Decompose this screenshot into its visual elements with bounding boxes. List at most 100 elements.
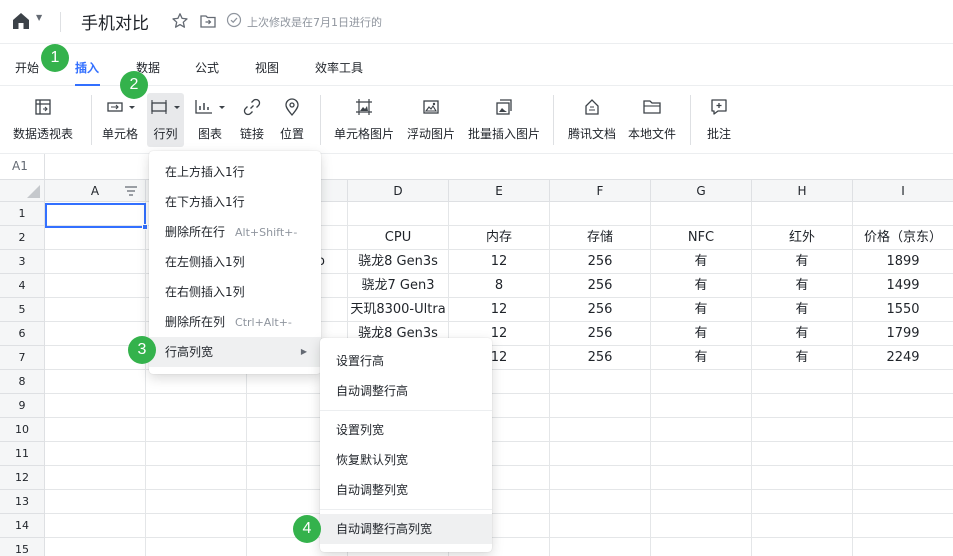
local-file-button[interactable]: 本地文件	[624, 93, 680, 147]
grid-cell[interactable]	[146, 418, 247, 442]
grid-cell[interactable]	[651, 418, 752, 442]
menu-item-delete-column[interactable]: 删除所在列 Ctrl+Alt+-	[149, 307, 321, 337]
row-header[interactable]: 11	[0, 442, 45, 466]
grid-cell[interactable]	[550, 466, 651, 490]
table-cell[interactable]: 有	[752, 298, 853, 322]
table-cell[interactable]: 有	[651, 322, 752, 346]
row-header[interactable]: 7	[0, 346, 45, 370]
grid-cell[interactable]	[651, 514, 752, 538]
header-cell-memory[interactable]: 内存	[449, 226, 550, 250]
batch-insert-image-button[interactable]: 批量插入图片	[464, 93, 544, 147]
grid-cell[interactable]	[449, 202, 550, 226]
menu-item-reset-col-width[interactable]: 恢复默认列宽	[320, 445, 492, 475]
grid-cell[interactable]	[45, 226, 146, 250]
star-icon[interactable]	[171, 12, 189, 33]
tab-insert[interactable]: 插入	[75, 59, 99, 76]
row-header[interactable]: 10	[0, 418, 45, 442]
grid-cell[interactable]	[45, 298, 146, 322]
table-cell[interactable]: 有	[752, 250, 853, 274]
column-header-f[interactable]: F	[550, 180, 651, 202]
menu-item-auto-row-height[interactable]: 自动调整行高	[320, 376, 492, 406]
tab-efficiency-tools[interactable]: 效率工具	[315, 59, 363, 76]
grid-cell[interactable]	[146, 514, 247, 538]
grid-cell[interactable]	[853, 394, 953, 418]
table-cell[interactable]: 1899	[853, 250, 953, 274]
grid-cell[interactable]	[651, 538, 752, 556]
pivot-table-button[interactable]: 数据透视表	[8, 93, 78, 147]
menu-item-set-col-width[interactable]: 设置列宽	[320, 415, 492, 445]
row-header[interactable]: 1	[0, 202, 45, 226]
grid-cell[interactable]	[45, 490, 146, 514]
grid-cell[interactable]	[45, 394, 146, 418]
grid-cell[interactable]	[651, 466, 752, 490]
grid-cell[interactable]	[45, 418, 146, 442]
grid-cell[interactable]	[550, 202, 651, 226]
table-cell[interactable]: 12	[449, 298, 550, 322]
table-cell[interactable]: 256	[550, 298, 651, 322]
grid-cell[interactable]	[550, 490, 651, 514]
move-to-folder-icon[interactable]	[199, 12, 217, 33]
grid-cell[interactable]	[651, 442, 752, 466]
menu-item-insert-col-left[interactable]: 在左侧插入1列	[149, 247, 321, 277]
grid-cell[interactable]	[752, 370, 853, 394]
menu-item-auto-row-col-size[interactable]: 自动调整行高列宽	[320, 514, 492, 544]
header-cell-storage[interactable]: 存储	[550, 226, 651, 250]
cell-button[interactable]: 单元格	[98, 93, 142, 147]
row-header[interactable]: 13	[0, 490, 45, 514]
grid-cell[interactable]	[853, 370, 953, 394]
row-header[interactable]: 4	[0, 274, 45, 298]
menu-item-set-row-height[interactable]: 设置行高	[320, 346, 492, 376]
home-dropdown-icon[interactable]: ▼	[36, 13, 42, 22]
column-header-e[interactable]: E	[449, 180, 550, 202]
table-cell[interactable]: 骁龙7 Gen3	[348, 274, 449, 298]
row-header[interactable]: 12	[0, 466, 45, 490]
column-header-d[interactable]: D	[348, 180, 449, 202]
table-cell[interactable]: 天玑8300-Ultra	[348, 298, 449, 322]
grid-cell[interactable]	[752, 394, 853, 418]
menu-item-insert-row-below[interactable]: 在下方插入1行	[149, 187, 321, 217]
row-header[interactable]: 3	[0, 250, 45, 274]
grid-cell[interactable]	[752, 490, 853, 514]
row-header[interactable]: 9	[0, 394, 45, 418]
grid-cell[interactable]	[550, 370, 651, 394]
comment-button[interactable]: 批注	[702, 93, 736, 147]
table-cell[interactable]: 2249	[853, 346, 953, 370]
row-header[interactable]: 2	[0, 226, 45, 250]
column-header-a[interactable]: A	[45, 180, 146, 202]
grid-cell[interactable]	[752, 418, 853, 442]
table-cell[interactable]: 256	[550, 250, 651, 274]
selected-cell-a1[interactable]	[45, 203, 146, 228]
row-header[interactable]: 6	[0, 322, 45, 346]
table-cell[interactable]: 有	[752, 274, 853, 298]
select-all-corner[interactable]	[0, 180, 45, 202]
table-cell[interactable]: 有	[651, 298, 752, 322]
row-header[interactable]: 14	[0, 514, 45, 538]
grid-cell[interactable]	[550, 418, 651, 442]
row-header[interactable]: 15	[0, 538, 45, 556]
header-cell-infrared[interactable]: 红外	[752, 226, 853, 250]
tencent-doc-button[interactable]: 腾讯文档	[564, 93, 620, 147]
menu-item-auto-col-width[interactable]: 自动调整列宽	[320, 475, 492, 505]
grid-cell[interactable]	[752, 202, 853, 226]
grid-cell[interactable]	[651, 490, 752, 514]
grid-cell[interactable]	[853, 418, 953, 442]
menu-item-row-col-size[interactable]: 行高列宽 ▶	[149, 337, 321, 367]
column-header-i[interactable]: I	[853, 180, 953, 202]
table-cell[interactable]: 12	[449, 250, 550, 274]
row-header[interactable]: 5	[0, 298, 45, 322]
tab-formula[interactable]: 公式	[195, 59, 219, 76]
header-cell-nfc[interactable]: NFC	[651, 226, 752, 250]
chart-button[interactable]: 图表	[190, 93, 230, 147]
grid-cell[interactable]	[853, 538, 953, 556]
grid-cell[interactable]	[853, 490, 953, 514]
table-cell[interactable]: 1499	[853, 274, 953, 298]
menu-item-delete-row[interactable]: 删除所在行 Alt+Shift+-	[149, 217, 321, 247]
grid-cell[interactable]	[45, 514, 146, 538]
grid-cell[interactable]	[853, 202, 953, 226]
column-header-h[interactable]: H	[752, 180, 853, 202]
tab-start[interactable]: 开始	[15, 59, 39, 76]
grid-cell[interactable]	[651, 370, 752, 394]
home-icon[interactable]	[11, 11, 31, 34]
table-cell[interactable]: 8	[449, 274, 550, 298]
grid-cell[interactable]	[146, 466, 247, 490]
